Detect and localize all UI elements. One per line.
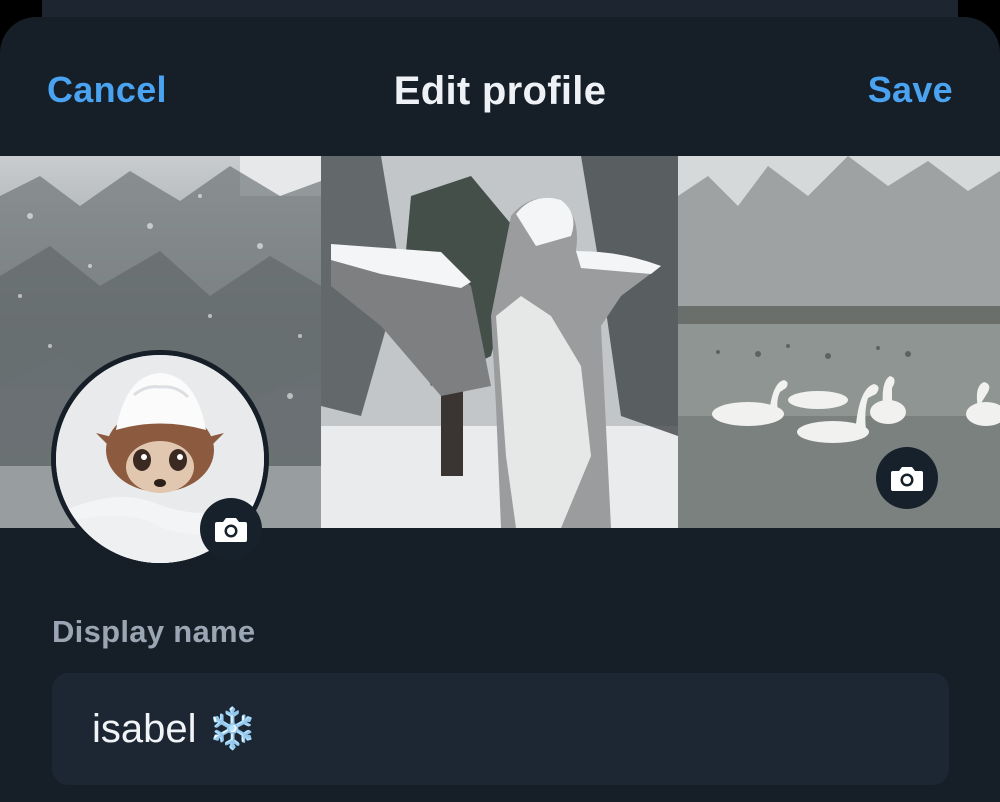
camera-icon — [891, 467, 923, 491]
display-name-field[interactable]: isabel ❄️ — [52, 673, 949, 785]
change-avatar-button[interactable] — [200, 498, 262, 560]
edit-profile-sheet: Cancel Edit profile Save Display name is… — [0, 17, 1000, 802]
page-title: Edit profile — [393, 69, 607, 113]
snow-covered-angel-statue-photo — [321, 156, 678, 528]
header: Cancel Edit profile Save — [0, 17, 1000, 156]
swans-on-lake-photo — [678, 156, 1000, 528]
save-button[interactable]: Save — [868, 69, 953, 111]
camera-icon — [215, 518, 247, 542]
display-name-label: Display name — [52, 614, 256, 649]
display-name-value: isabel ❄️ — [92, 707, 258, 751]
change-banner-button[interactable] — [876, 447, 938, 509]
